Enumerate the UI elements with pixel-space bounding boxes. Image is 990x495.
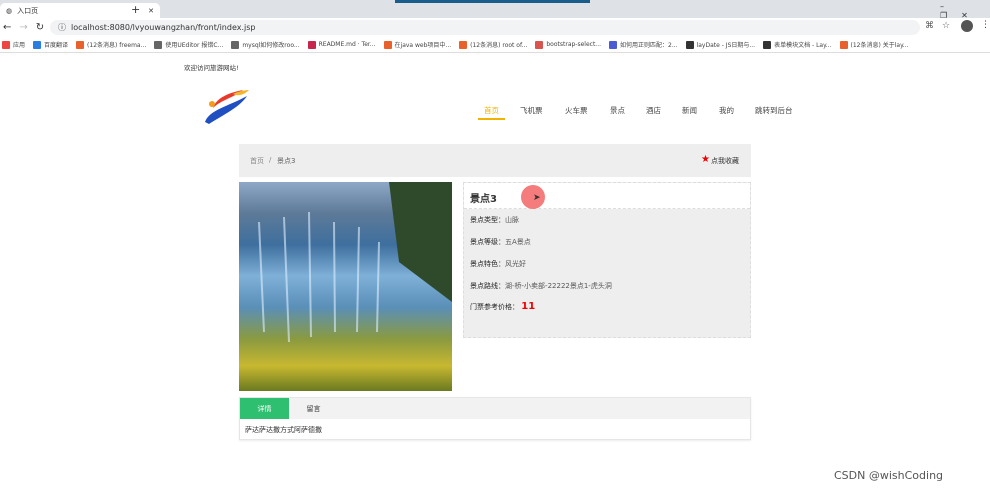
tab-details[interactable]: 详情 xyxy=(240,398,289,419)
bookmark-label: (12条消息) root of... xyxy=(470,42,528,49)
bookmark-label: README.md · Ter... xyxy=(318,41,376,48)
price-label: 门票参考价格： xyxy=(470,303,519,311)
tab-comments[interactable]: 留言 xyxy=(289,398,338,419)
nav-item[interactable]: 跳转到后台 xyxy=(755,105,793,116)
nav-item[interactable]: 新闻 xyxy=(682,105,697,116)
breadcrumb-home[interactable]: 首页 xyxy=(250,156,264,166)
welcome-text: 欢迎访问旅游网站! xyxy=(184,64,239,72)
url-text: localhost:8080/lvyouwangzhan/front/index… xyxy=(71,23,256,32)
bookmark-item[interactable]: bootstrap-select... xyxy=(535,40,602,49)
bookmark-label: 使用UEditor 报错C... xyxy=(165,42,224,49)
bookmark-label: bootstrap-select... xyxy=(546,41,602,48)
star-icon[interactable]: ★ xyxy=(701,154,710,165)
bookmark-label: (12条消息) freema... xyxy=(87,42,147,49)
bookmark-label: 在java web项目中... xyxy=(394,42,452,49)
reload-icon[interactable]: ↻ xyxy=(36,22,44,33)
field-value: 湖-桥-小卖部-22222景点1-虎头洞 xyxy=(505,282,612,290)
bookmark-label: 百度翻译 xyxy=(44,42,69,49)
field-value: 风光好 xyxy=(505,260,526,268)
bookmark-item[interactable]: 如何用正则匹配：2... xyxy=(609,40,678,49)
field-label: 景点类型： xyxy=(470,216,505,224)
nav-active-underline xyxy=(478,118,505,120)
bookmark-label: 如何用正则匹配：2... xyxy=(620,42,678,49)
watermark: CSDN @wishCoding xyxy=(834,469,944,482)
background-image-strip xyxy=(395,0,590,3)
spot-field: 景点特色：风光好 xyxy=(470,259,526,269)
spot-field: 景点等级：五A景点 xyxy=(470,237,531,247)
translate-icon[interactable]: ⌘ xyxy=(925,21,934,31)
field-value: 山脉 xyxy=(505,216,519,224)
bookmark-label: layDate - JS日期与... xyxy=(696,42,756,49)
spot-field: 景点路线：湖-桥-小卖部-22222景点1-虎头洞 xyxy=(470,281,612,291)
bookmark-item[interactable]: (12条消息) freema... xyxy=(76,40,146,49)
back-icon[interactable]: ← xyxy=(3,22,11,33)
cursor-icon: ➤ xyxy=(533,193,541,203)
bookmark-item[interactable]: 在java web项目中... xyxy=(383,40,452,49)
bookmark-favicon-icon xyxy=(307,40,316,49)
field-label: 景点路线： xyxy=(470,282,505,290)
bookmark-favicon-icon xyxy=(231,40,240,49)
bookmark-favicon-icon xyxy=(459,40,468,49)
menu-icon[interactable]: ⋮ xyxy=(981,20,990,30)
breadcrumb: 首页 / 景点3 ★ 点我收藏 xyxy=(239,144,751,177)
detail-tabs: 详情 留言 萨达萨达撒方式阿萨德撒 xyxy=(239,397,751,440)
star-icon[interactable]: ☆ xyxy=(942,21,950,31)
nav-item[interactable]: 酒店 xyxy=(646,105,661,116)
nav-item[interactable]: 飞机票 xyxy=(520,105,543,116)
bookmark-favicon-icon xyxy=(154,40,163,49)
nav-item[interactable]: 景点 xyxy=(610,105,625,116)
nav-item[interactable]: 我的 xyxy=(719,105,734,116)
bookmark-item[interactable]: README.md · Ter... xyxy=(307,40,376,49)
bookmark-favicon-icon xyxy=(33,40,42,49)
favorite-button[interactable]: 点我收藏 xyxy=(711,156,739,166)
tab-title: 入口页 xyxy=(17,6,39,15)
spot-title: 景点3 xyxy=(464,183,750,209)
field-label: 景点等级： xyxy=(470,238,505,246)
price-row: 门票参考价格： 11 xyxy=(470,301,535,312)
bookmark-label: (12条消息) 关于lay... xyxy=(850,42,909,49)
bookmark-item[interactable]: 百度翻译 xyxy=(33,40,68,49)
price-value: 11 xyxy=(521,301,536,312)
bookmark-item[interactable]: (12条消息) root of... xyxy=(459,40,527,49)
bookmark-favicon-icon xyxy=(76,40,85,49)
spot-image xyxy=(239,182,452,391)
bookmark-item[interactable]: 使用UEditor 报错C... xyxy=(154,40,223,49)
field-label: 景点特色： xyxy=(470,260,505,268)
bookmark-label: mysql如何修改roo... xyxy=(242,42,300,49)
new-tab-button[interactable]: + xyxy=(131,3,140,16)
forward-icon[interactable]: → xyxy=(19,22,27,33)
bookmark-favicon-icon xyxy=(685,40,694,49)
bookmark-item[interactable]: mysql如何修改roo... xyxy=(231,40,300,49)
bookmark-favicon-icon xyxy=(535,40,544,49)
profile-icon[interactable] xyxy=(961,20,973,32)
detail-content: 萨达萨达撒方式阿萨德撒 xyxy=(245,426,322,434)
bookmarks-bar: 应用 百度翻译 (12条消息) freema... 使用UEditor 报错C... m… xyxy=(0,37,990,53)
spot-info-panel: 景点3 景点类型：山脉 景点等级：五A景点 景点特色：风光好 景点路线：湖-桥-小卖部… xyxy=(463,182,751,338)
bookmark-favicon-icon xyxy=(839,40,848,49)
bookmark-favicon-icon xyxy=(383,40,392,49)
nav-item[interactable]: 火车票 xyxy=(565,105,588,116)
address-bar[interactable]: ⓘ localhost:8080/lvyouwangzhan/front/ind… xyxy=(50,20,920,35)
nav-item[interactable]: 首页 xyxy=(484,105,499,116)
site-logo[interactable] xyxy=(203,86,251,126)
bookmark-favicon-icon xyxy=(609,40,618,49)
globe-icon: ◍ xyxy=(6,6,13,15)
info-icon: ⓘ xyxy=(58,23,66,32)
spot-field: 景点类型：山脉 xyxy=(470,215,519,225)
close-tab-icon[interactable]: ✕ xyxy=(148,7,154,15)
breadcrumb-separator: / xyxy=(269,156,272,164)
bookmark-label: 表单模块文档 - Lay... xyxy=(774,42,832,49)
bookmark-favicon-icon xyxy=(2,40,10,49)
bookmark-item[interactable]: layDate - JS日期与... xyxy=(685,40,756,49)
bookmark-item[interactable]: 表单模块文档 - Lay... xyxy=(763,40,832,49)
bookmark-label: 应用 xyxy=(13,42,26,49)
field-value: 五A景点 xyxy=(505,238,531,246)
bookmark-item[interactable]: (12条消息) 关于lay... xyxy=(839,40,909,49)
breadcrumb-current: 景点3 xyxy=(277,157,296,165)
bookmark-item[interactable]: 应用 xyxy=(2,40,25,49)
bookmark-favicon-icon xyxy=(763,40,772,49)
